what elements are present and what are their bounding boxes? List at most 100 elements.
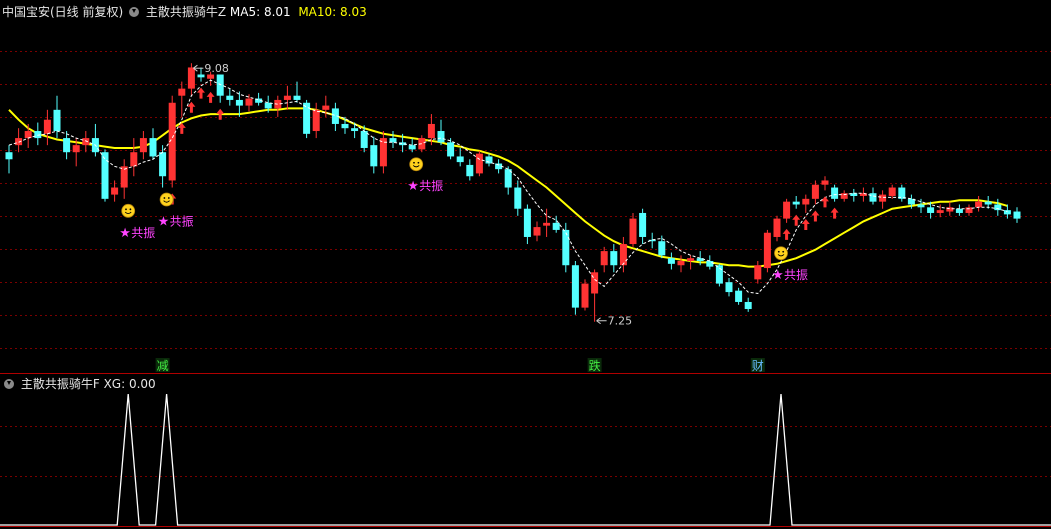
buy-arrow-icon [830,207,839,219]
candle-body [754,265,762,280]
candle [783,198,791,223]
event-marker: 财 [750,358,765,373]
candle [840,190,848,202]
candle [82,131,90,153]
candlestick-layer [5,63,1021,322]
candle [475,150,483,177]
candle-body [111,187,119,195]
signal-label: 共振 [784,268,808,282]
smiley-layer [121,157,788,261]
candle [533,221,541,242]
candle [63,131,71,160]
candle-body [34,131,42,139]
buy-arrow-icon [206,91,215,103]
candle-body [235,99,243,106]
signal-star-icon: ★ [119,226,131,241]
candle-body [706,260,714,267]
candle [811,180,819,205]
candle-body [677,260,685,266]
event-marker: 减 [155,358,170,373]
event-marker-label: 减 [157,359,169,373]
marker-layer: 减跌财 [155,358,765,373]
candle [15,128,23,153]
indicator-menu-icon[interactable] [129,7,140,17]
candle-body [735,290,743,302]
candle-body [629,218,637,245]
candle-body [72,145,80,153]
candle-body [955,208,963,213]
candle [466,159,474,181]
buy-arrow-icon [782,228,791,240]
event-marker-label: 跌 [589,358,601,373]
low-price-label: 7.25 [596,315,632,328]
buy-arrow-icon [801,218,810,230]
candle [514,180,522,216]
candle [850,188,858,202]
candle-body [216,74,224,96]
candle-body [879,194,887,202]
candle-body [456,156,464,163]
candle [792,196,800,209]
candle [178,81,186,117]
candle-body [149,138,157,157]
candle [677,255,685,273]
candle-body [53,109,61,132]
candle-body [312,109,320,132]
candle [754,260,762,284]
candle [111,180,119,202]
candle-body [840,193,848,199]
price-label-text: 9.08 [204,62,229,75]
candle [763,229,771,273]
candle-body [1003,210,1011,215]
candle-body [351,128,359,132]
candle [639,208,647,245]
candle-body [43,119,51,134]
smiley-icon [409,157,424,172]
candle-body [869,193,877,202]
high-price-label: 9.08 [193,62,229,75]
candle-body [63,138,71,153]
candle [955,204,963,216]
candle [725,277,733,297]
candle-body [610,251,618,266]
candle-body [927,207,935,213]
candle [552,215,560,233]
candle [130,138,138,177]
candle-body [370,145,378,167]
candle [331,102,339,132]
candle-body [763,232,771,269]
candle [139,131,147,160]
candle [312,102,320,139]
candle [226,88,234,106]
candle-body [523,208,531,237]
candle [437,119,445,146]
candle [504,166,512,195]
candle-body [1013,211,1021,219]
candle [994,198,1002,216]
candle [898,184,906,202]
candle-body [831,187,839,199]
sub-indicator-menu-icon[interactable] [4,379,14,389]
candle-body [994,204,1002,211]
main-header: 中国宝安(日线 前复权) 主散共振骑牛Z MA5: 8.01 MA10: 8.0… [2,3,367,20]
buy-arrow-icon [821,196,829,208]
candle [485,153,493,167]
candle [283,85,291,110]
candle [831,184,839,202]
buy-arrow-icon [792,214,801,226]
candle [91,123,99,157]
candle-body [619,244,627,266]
candle-body [533,227,541,236]
candle-body [101,152,109,199]
candle-body [658,241,666,256]
candle-body [514,187,522,209]
candle [591,269,599,322]
candle-body [466,164,474,177]
candle-body [408,145,416,150]
sub-header: 主散共振骑牛F XG: 0.00 [2,375,156,392]
candle-body [571,265,579,308]
candle [216,74,224,103]
candle [389,131,397,148]
candle-body [341,123,349,129]
candle [543,208,551,237]
